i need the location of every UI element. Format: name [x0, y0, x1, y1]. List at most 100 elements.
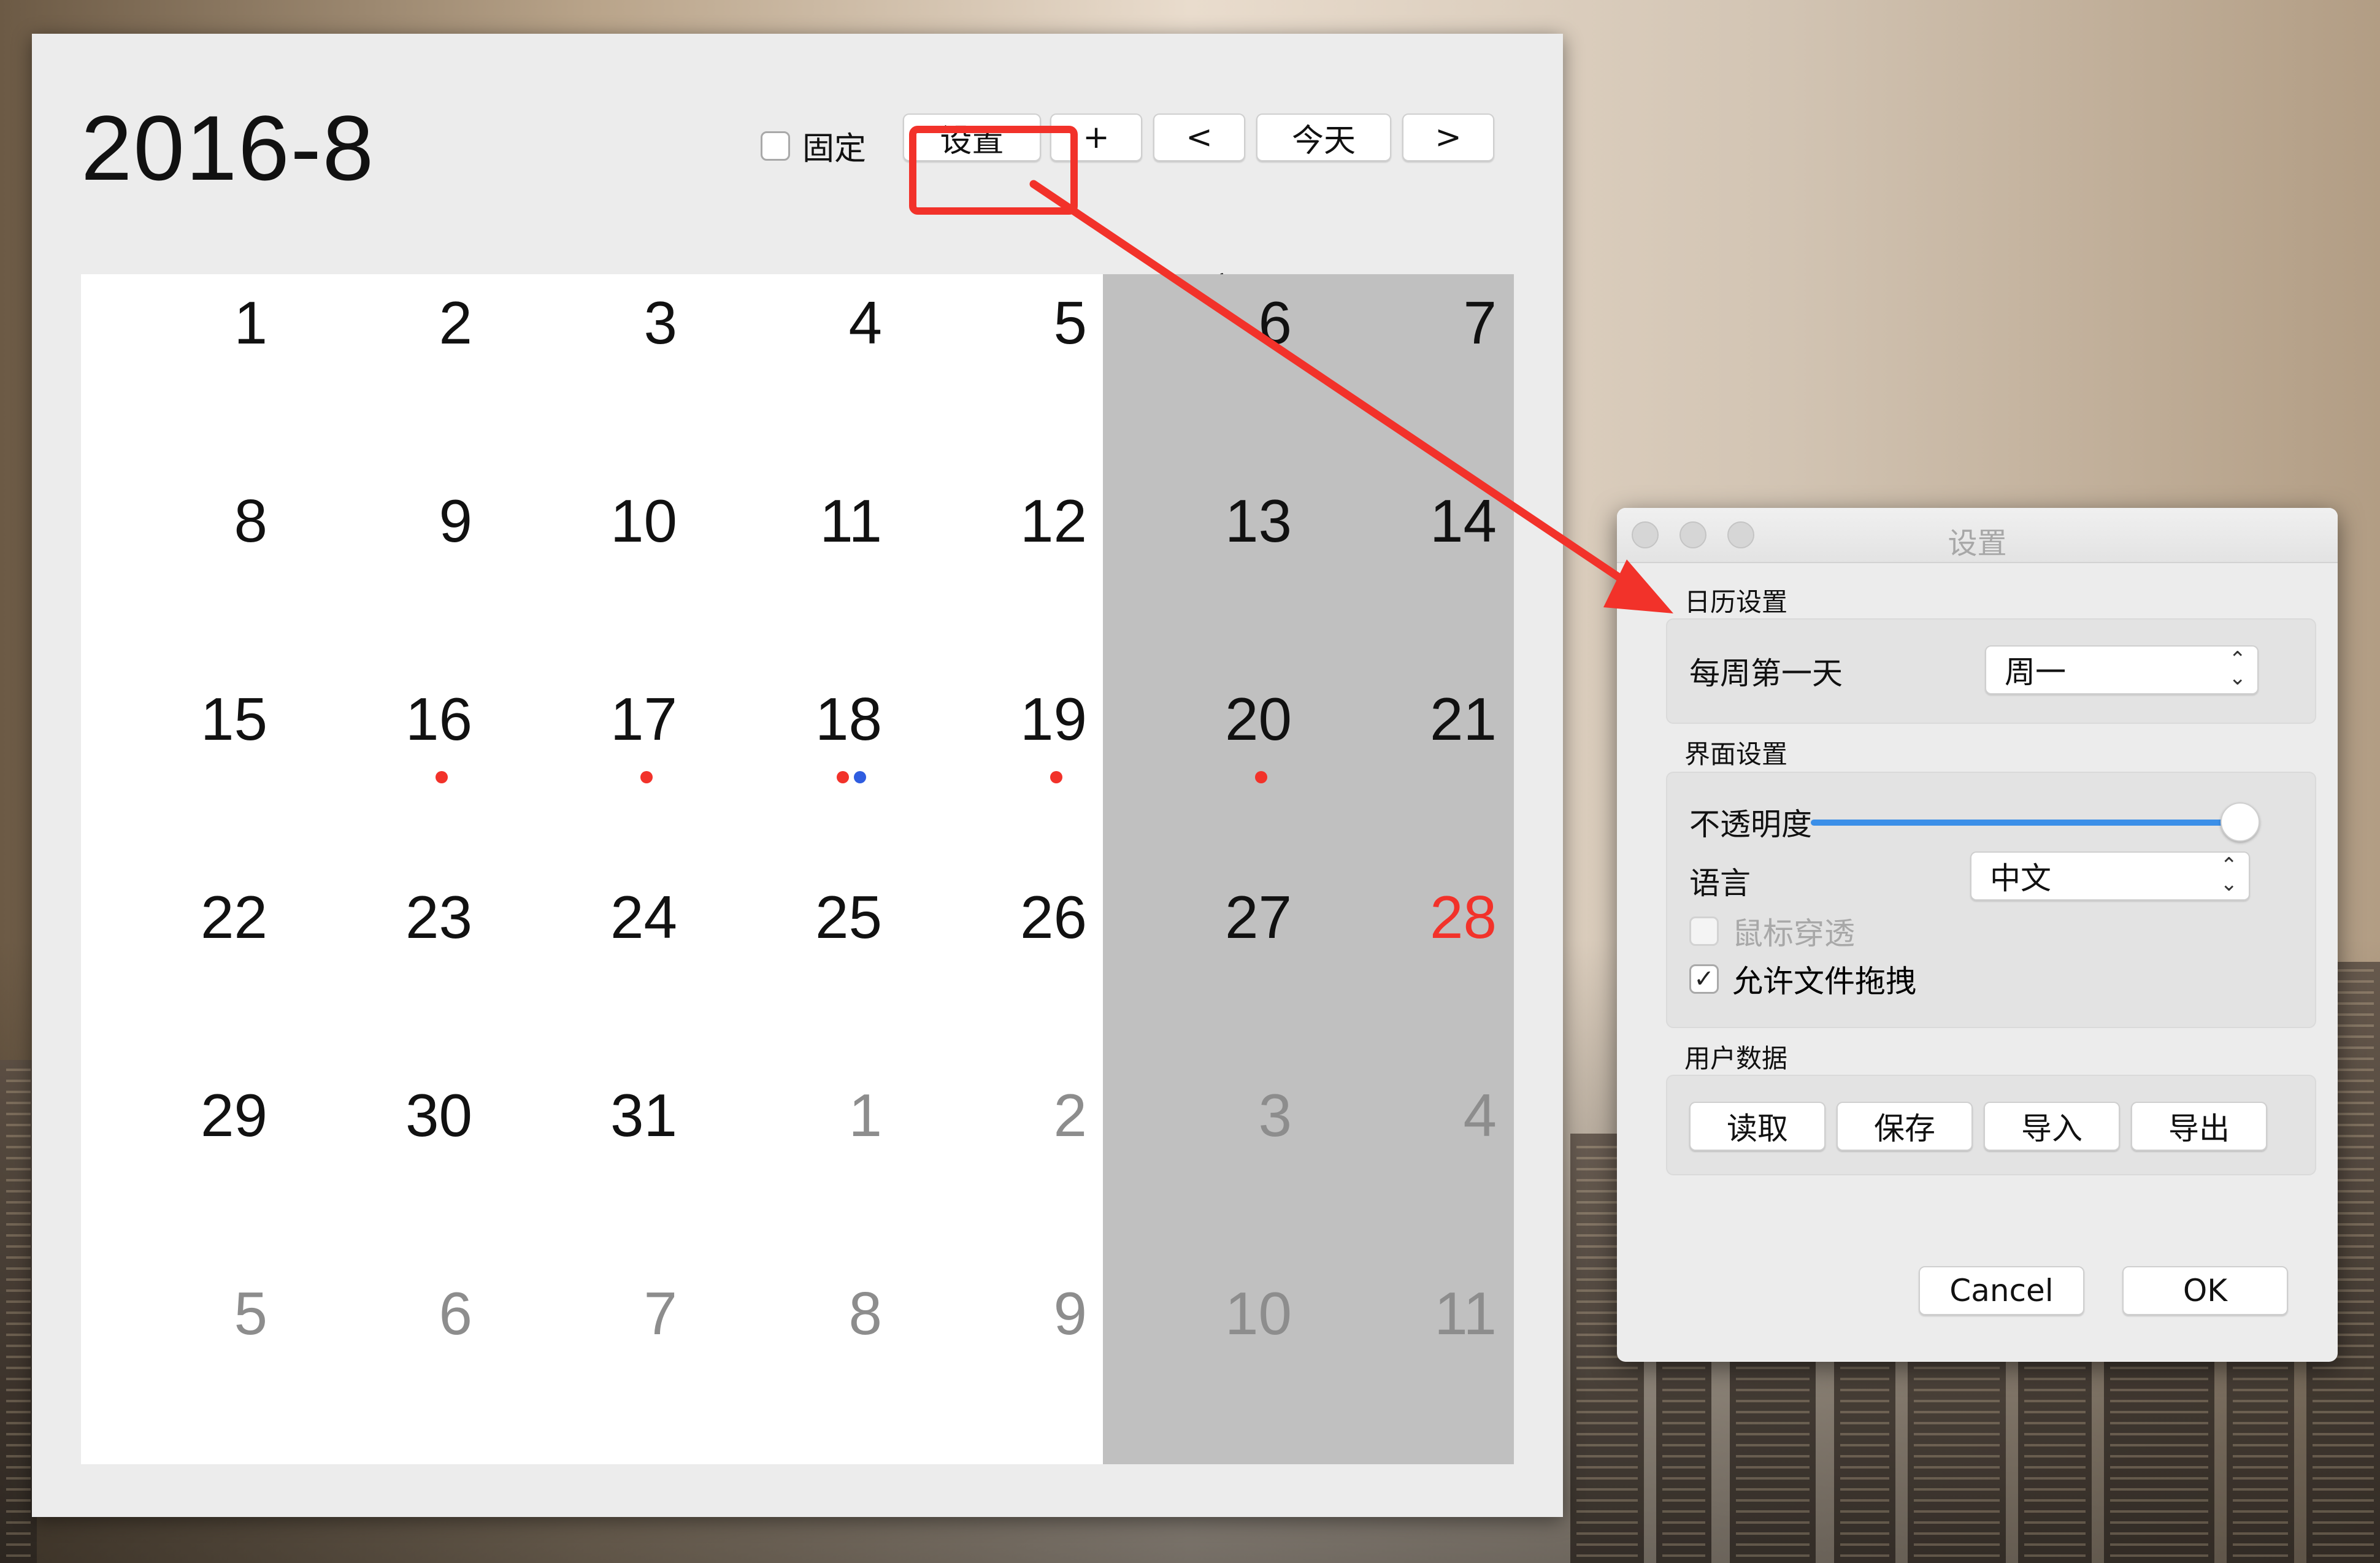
chevron-updown-icon: ⌃ ⌄ — [2228, 647, 2247, 690]
import-button[interactable]: 导入 — [1984, 1102, 2120, 1151]
day-cell[interactable]: 29 — [81, 1067, 286, 1265]
day-cell[interactable]: 12 — [900, 472, 1105, 670]
next-month-button[interactable]: > — [1402, 113, 1494, 161]
opacity-slider-knob[interactable] — [2221, 802, 2260, 842]
day-cell[interactable]: 8 — [81, 472, 286, 670]
day-cell[interactable]: 7 — [491, 1265, 696, 1463]
day-cell[interactable]: 21 — [1310, 670, 1515, 869]
day-number: 26 — [1019, 883, 1087, 951]
day-cell[interactable]: 11 — [1310, 1265, 1515, 1463]
day-number: 6 — [439, 1280, 472, 1347]
day-cell[interactable]: 26 — [900, 869, 1105, 1067]
day-number: 6 — [1258, 289, 1292, 356]
day-number: 29 — [200, 1081, 267, 1149]
fixed-checkbox-row[interactable]: 固定 — [761, 123, 866, 169]
day-cell[interactable]: 6 — [1105, 274, 1310, 472]
day-number: 10 — [610, 487, 677, 555]
language-select[interactable]: 中文 ⌃ ⌄ — [1970, 851, 2250, 901]
day-cell[interactable]: 11 — [696, 472, 900, 670]
day-cell[interactable]: 14 — [1310, 472, 1515, 670]
ui-settings-section-label: 界面设置 — [1684, 739, 1788, 769]
export-button[interactable]: 导出 — [2131, 1102, 2267, 1151]
calendar-settings-box: 每周第一天 周一 ⌃ ⌄ — [1666, 618, 2316, 724]
fixed-label: 固定 — [802, 131, 867, 167]
day-cell[interactable]: 20 — [1105, 670, 1310, 869]
day-cell[interactable]: 9 — [900, 1265, 1105, 1463]
day-number: 5 — [1053, 289, 1087, 356]
opacity-slider-track[interactable] — [1811, 820, 2240, 826]
day-cell[interactable]: 5 — [900, 274, 1105, 472]
day-number: 19 — [1019, 685, 1087, 753]
checkmark-icon: ✓ — [1694, 965, 1714, 993]
day-cell[interactable]: 17 — [491, 670, 696, 869]
event-dot-icon — [837, 771, 849, 783]
mouse-through-row[interactable]: 鼠标穿透 — [1689, 909, 1855, 953]
day-cell[interactable]: 18 — [696, 670, 900, 869]
day-cell[interactable]: 28 — [1310, 869, 1515, 1067]
mouse-through-checkbox[interactable] — [1689, 916, 1719, 946]
fixed-checkbox[interactable] — [761, 131, 790, 161]
day-cell[interactable]: 13 — [1105, 472, 1310, 670]
day-cell[interactable]: 10 — [491, 472, 696, 670]
day-number: 9 — [1053, 1280, 1087, 1347]
day-cell[interactable]: 31 — [491, 1067, 696, 1265]
day-number: 13 — [1224, 487, 1292, 555]
day-cell[interactable]: 4 — [696, 274, 900, 472]
language-label: 语言 — [1689, 866, 1751, 901]
event-dot-icon — [640, 771, 653, 783]
allow-drag-checkbox[interactable]: ✓ — [1689, 964, 1719, 994]
dialog-titlebar: 设置 — [1617, 508, 2338, 563]
day-number: 15 — [200, 685, 267, 753]
day-cell[interactable]: 2 — [286, 274, 491, 472]
day-cell[interactable]: 1 — [81, 274, 286, 472]
day-cell[interactable]: 7 — [1310, 274, 1515, 472]
day-number: 27 — [1224, 883, 1292, 951]
day-cell[interactable]: 1 — [696, 1067, 900, 1265]
read-button[interactable]: 读取 — [1689, 1102, 1825, 1151]
day-number: 7 — [1463, 289, 1497, 356]
day-cell[interactable]: 24 — [491, 869, 696, 1067]
prev-month-button[interactable]: < — [1153, 113, 1245, 161]
day-cell[interactable]: 23 — [286, 869, 491, 1067]
event-dot-icon — [1255, 771, 1267, 783]
first-day-value: 周一 — [2005, 655, 2066, 690]
allow-drag-row[interactable]: ✓ 允许文件拖拽 — [1689, 957, 1916, 1001]
day-cell[interactable]: 2 — [900, 1067, 1105, 1265]
day-cell[interactable]: 30 — [286, 1067, 491, 1265]
day-cell[interactable]: 27 — [1105, 869, 1310, 1067]
day-cell[interactable]: 19 — [900, 670, 1105, 869]
day-number: 3 — [643, 289, 677, 356]
day-cell[interactable]: 4 — [1310, 1067, 1515, 1265]
event-dot-icon — [436, 771, 448, 783]
day-cell[interactable]: 10 — [1105, 1265, 1310, 1463]
save-button[interactable]: 保存 — [1837, 1102, 1973, 1151]
today-button[interactable]: 今天 — [1256, 113, 1391, 161]
settings-dialog: 设置 日历设置 每周第一天 周一 ⌃ ⌄ 界面设置 不透明度 语言 中文 ⌃ ⌄ 鼠… — [1617, 508, 2338, 1362]
day-cell[interactable]: 25 — [696, 869, 900, 1067]
day-cell[interactable]: 9 — [286, 472, 491, 670]
day-cell[interactable]: 5 — [81, 1265, 286, 1463]
ok-button[interactable]: OK — [2122, 1266, 2288, 1315]
day-cell[interactable]: 8 — [696, 1265, 900, 1463]
allow-drag-label: 允许文件拖拽 — [1732, 964, 1916, 999]
day-cell[interactable]: 22 — [81, 869, 286, 1067]
chevron-updown-icon: ⌃ ⌄ — [2220, 853, 2238, 896]
day-number: 10 — [1224, 1280, 1292, 1347]
first-day-select[interactable]: 周一 ⌃ ⌄ — [1985, 645, 2259, 694]
day-cell[interactable]: 16 — [286, 670, 491, 869]
event-dots — [1050, 771, 1062, 783]
day-cell[interactable]: 3 — [491, 274, 696, 472]
event-dots — [436, 771, 448, 783]
day-number: 30 — [405, 1081, 472, 1149]
day-number: 11 — [820, 487, 882, 555]
day-number: 14 — [1429, 487, 1497, 555]
day-cell[interactable]: 6 — [286, 1265, 491, 1463]
language-value: 中文 — [1990, 861, 2051, 896]
calendar-window: 2016-8 固定 设置 + < 今天 > 周一周二周三周四周五周六周日 123… — [32, 34, 1563, 1517]
user-data-box: 读取 保存 导入 导出 — [1666, 1075, 2316, 1175]
cancel-button[interactable]: Cancel — [1919, 1266, 2084, 1315]
day-number: 3 — [1258, 1081, 1292, 1149]
day-cell[interactable]: 3 — [1105, 1067, 1310, 1265]
day-number: 2 — [1053, 1081, 1087, 1149]
day-cell[interactable]: 15 — [81, 670, 286, 869]
